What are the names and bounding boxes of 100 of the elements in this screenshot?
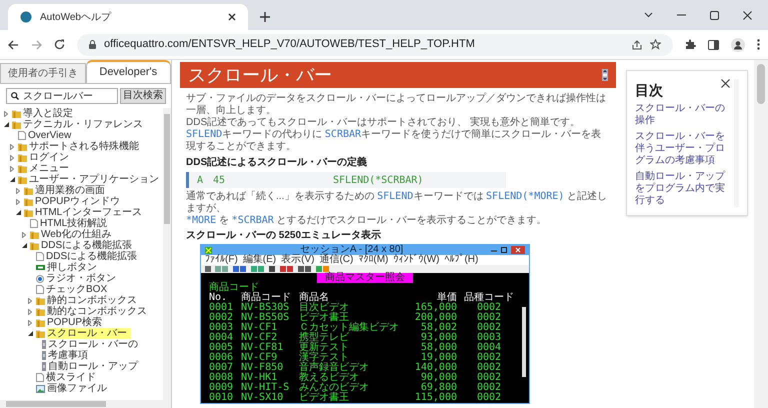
collapsed-triangle-icon[interactable] bbox=[10, 154, 14, 160]
tree-item[interactable]: スクロール・バー bbox=[47, 328, 131, 339]
radio-icon bbox=[36, 274, 44, 282]
scrollbar[interactable] bbox=[0, 400, 171, 408]
tree-item[interactable]: スクロール・バーの bbox=[48, 339, 138, 350]
tree-item[interactable]: DDSによる機能拡張 bbox=[41, 240, 132, 251]
tree-item[interactable]: チェックBOX bbox=[46, 284, 108, 295]
tree-item[interactable]: メニュー bbox=[29, 163, 69, 174]
close-icon[interactable] bbox=[228, 13, 236, 21]
side-panel-icon[interactable] bbox=[708, 40, 719, 50]
tree-item[interactable]: 自動ロール・アップ bbox=[48, 361, 138, 372]
star-icon[interactable] bbox=[650, 39, 661, 50]
new-tab-icon[interactable] bbox=[260, 12, 270, 22]
tree-item[interactable]: テクニカル・リファレンス bbox=[23, 119, 143, 130]
back-icon[interactable] bbox=[8, 40, 19, 50]
tree-item[interactable]: ユーザー・アプリケーション bbox=[29, 174, 159, 185]
minimize-icon[interactable] bbox=[491, 248, 497, 252]
close-icon[interactable] bbox=[743, 10, 752, 20]
collapsed-triangle-icon[interactable] bbox=[28, 320, 32, 326]
share-icon[interactable] bbox=[632, 40, 642, 50]
tree-item[interactable]: 静的コンボボックス bbox=[47, 295, 137, 306]
collapsed-triangle-icon[interactable] bbox=[22, 232, 26, 238]
minimize-icon[interactable] bbox=[677, 14, 686, 16]
puzzle-icon[interactable] bbox=[685, 39, 696, 50]
tree-item[interactable]: HTML技術解説 bbox=[40, 218, 108, 229]
table-cell-text: 更新テスト bbox=[299, 343, 350, 353]
table-cell-text: 0006 bbox=[209, 353, 234, 363]
toc-link[interactable]: 自動ロール・アップをプログラム内で実行する bbox=[635, 171, 730, 207]
sidebar-tab[interactable]: 使用者の手引き bbox=[0, 63, 86, 83]
tree-item[interactable]: DDSによる機能拡張 bbox=[46, 251, 138, 262]
menu-item[interactable]: ﾌｧｲﾙ(F) bbox=[205, 255, 238, 265]
toc-link[interactable]: スクロール・バーの操作 bbox=[635, 103, 730, 127]
tree-item[interactable]: 画像ファイル bbox=[47, 383, 107, 394]
table-cell-text: 0003 bbox=[476, 333, 502, 343]
tree-item[interactable]: OverView bbox=[28, 130, 72, 141]
tree-item[interactable]: POPUP検索 bbox=[47, 317, 102, 328]
tree-item[interactable]: 横スライド bbox=[46, 372, 96, 383]
collapsed-triangle-icon[interactable] bbox=[28, 308, 32, 314]
table-cell-text: 0002 bbox=[476, 363, 502, 373]
folder-icon bbox=[12, 120, 21, 129]
tab-title: AutoWebヘルプ bbox=[40, 10, 112, 24]
expanded-triangle-icon[interactable] bbox=[16, 210, 21, 215]
site-logo-icon bbox=[20, 11, 32, 23]
tree-item[interactable]: 考慮事項 bbox=[48, 350, 88, 361]
folder-icon bbox=[36, 318, 45, 327]
table-cell-text: 漢字テスト bbox=[299, 353, 349, 363]
menu-item[interactable]: 編集(E) bbox=[242, 255, 276, 265]
scrollbar[interactable] bbox=[163, 108, 171, 400]
close-icon[interactable] bbox=[721, 79, 730, 88]
scrollbar-icon bbox=[602, 69, 608, 81]
table-cell-text: 0004 bbox=[209, 333, 234, 343]
table-cell-text: 0009 bbox=[209, 383, 234, 393]
tree-item[interactable]: ラジオ・ボタン bbox=[46, 273, 116, 284]
tree-item[interactable]: 適用業務の画面 bbox=[35, 185, 105, 196]
table-cell-text: 0007 bbox=[209, 363, 234, 373]
collapsed-triangle-icon[interactable] bbox=[4, 110, 8, 116]
reload-icon[interactable] bbox=[54, 39, 65, 50]
expanded-triangle-icon[interactable] bbox=[22, 243, 27, 248]
tree-item[interactable]: Web化の仕組み bbox=[41, 229, 112, 240]
maximize-icon[interactable] bbox=[710, 10, 719, 20]
collapsed-triangle-icon[interactable] bbox=[16, 198, 20, 204]
table-cell-text: ビデオ書王 bbox=[299, 313, 349, 323]
menu-item[interactable]: 表示(V) bbox=[281, 255, 314, 265]
expanded-triangle-icon[interactable] bbox=[28, 331, 33, 336]
menu-item[interactable]: ｳｨﾝﾄﾞｳ(W) bbox=[393, 255, 440, 265]
table-cell-text: NV-CF2 bbox=[241, 333, 278, 343]
tree-item[interactable]: POPUPウィンドウ bbox=[35, 196, 120, 207]
menu-item[interactable]: 通信(C) bbox=[319, 255, 354, 265]
paragraph: 通常であれば「続く...」を表示するための SFLENDキーワードでは SFLEND(*MORE) と記述しますが、 bbox=[186, 191, 608, 214]
table-cell-text: NV-HK1 bbox=[241, 373, 278, 383]
search-button[interactable]: 目次検索 bbox=[120, 88, 166, 104]
collapsed-triangle-icon[interactable] bbox=[10, 166, 14, 172]
expanded-triangle-icon[interactable] bbox=[10, 177, 15, 182]
collapsed-triangle-icon[interactable] bbox=[16, 188, 20, 194]
tree-item[interactable]: HTMLインターフェース bbox=[35, 207, 142, 218]
address-field[interactable]: officequattro.com/ENTSVR_HELP_V70/AUTOWEB/TEST_HELP_TOP.HTM bbox=[77, 34, 673, 56]
folder-icon bbox=[30, 230, 39, 239]
expanded-triangle-icon[interactable] bbox=[4, 122, 9, 127]
sidebar-tab[interactable]: Developer's bbox=[86, 60, 171, 83]
maximize-icon[interactable] bbox=[501, 247, 507, 253]
folder-icon bbox=[36, 296, 45, 305]
menu-icon[interactable] bbox=[757, 39, 760, 50]
table-cell-text: 0002 bbox=[476, 383, 502, 393]
collapsed-triangle-icon[interactable] bbox=[10, 144, 14, 150]
collapsed-triangle-icon[interactable] bbox=[28, 298, 32, 304]
tree-item[interactable]: サポートされる特殊機能 bbox=[29, 141, 139, 152]
browser-tab[interactable]: AutoWebヘルプ bbox=[8, 4, 248, 30]
tree-item[interactable]: ログイン bbox=[29, 152, 69, 163]
page-title: スクロール・バー bbox=[188, 65, 332, 85]
menu-item[interactable]: ﾍﾙﾌﾟ(H) bbox=[444, 255, 478, 265]
tree-item[interactable]: 動的なコンボボックス bbox=[47, 306, 147, 317]
search-field[interactable]: スクロールバー bbox=[6, 88, 118, 104]
profile-icon[interactable] bbox=[731, 38, 745, 52]
tree-item[interactable]: 押しボタン bbox=[47, 262, 97, 273]
page-icon bbox=[36, 373, 44, 382]
chevron-down-icon[interactable] bbox=[644, 12, 653, 18]
toc-link[interactable]: スクロール・バーを伴うユーザー・プログラムの考慮事項 bbox=[635, 131, 730, 167]
scrollbar[interactable] bbox=[754, 60, 768, 408]
menu-item[interactable]: ﾏｸﾛ(M) bbox=[358, 255, 388, 265]
table-cell-text: 165,000 bbox=[414, 303, 457, 313]
